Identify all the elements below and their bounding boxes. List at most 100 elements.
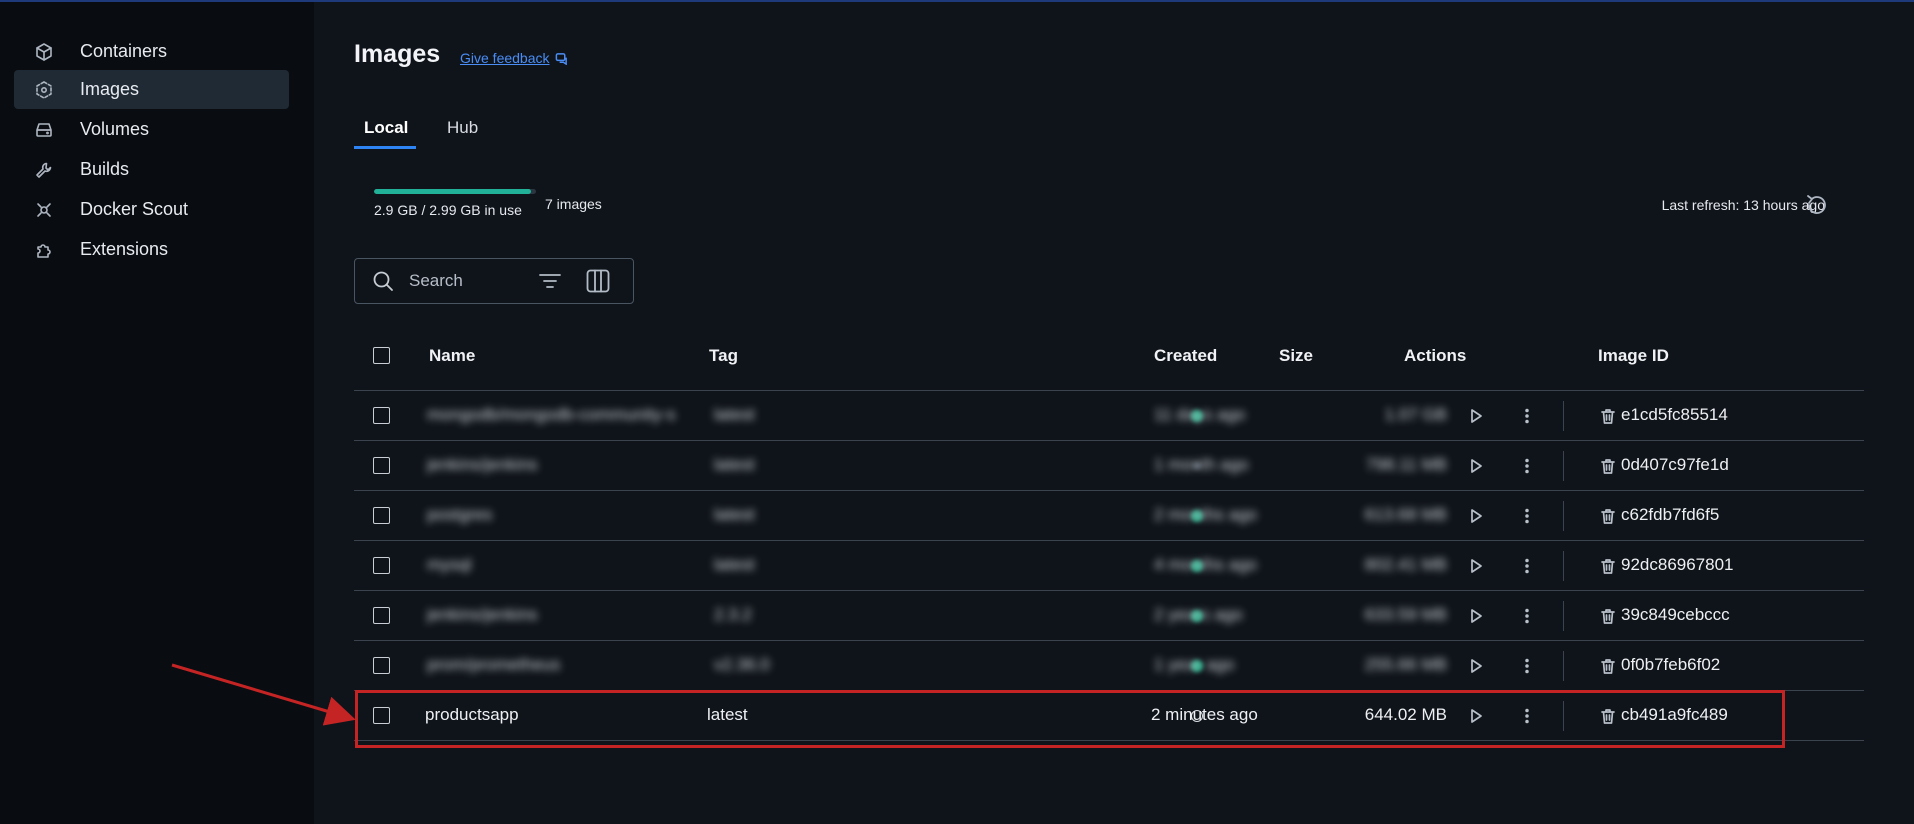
column-tag[interactable]: Tag bbox=[709, 346, 738, 366]
delete-button[interactable] bbox=[1596, 604, 1620, 628]
last-refresh-text: Last refresh: 13 hours ago bbox=[1661, 197, 1825, 213]
cube-icon bbox=[32, 40, 56, 64]
image-name[interactable]: jenkins/jenkins bbox=[427, 605, 538, 625]
kebab-menu-icon bbox=[1525, 608, 1529, 624]
search-icon bbox=[373, 271, 393, 291]
image-created: 2 years ago bbox=[1154, 605, 1243, 624]
columns-button[interactable] bbox=[584, 267, 612, 295]
more-actions-button[interactable] bbox=[1515, 454, 1539, 478]
sidebar-item-containers[interactable]: Containers bbox=[14, 32, 289, 71]
sidebar-item-label: Containers bbox=[80, 41, 168, 61]
kebab-menu-icon bbox=[1525, 458, 1529, 474]
table-row[interactable]: mysql latest 4 months ago 802.41 MB 92dc8696… bbox=[354, 541, 1864, 591]
image-name[interactable]: jenkins/jenkins bbox=[427, 455, 538, 475]
row-checkbox[interactable] bbox=[373, 657, 390, 674]
columns-icon bbox=[586, 269, 610, 293]
active-tab-indicator bbox=[354, 146, 416, 149]
scout-icon bbox=[32, 198, 56, 222]
image-id: 92dc86967801 bbox=[1621, 555, 1734, 574]
sidebar-item-label: Builds bbox=[80, 159, 130, 179]
filter-button[interactable] bbox=[536, 267, 564, 295]
row-checkbox[interactable] bbox=[373, 407, 390, 424]
delete-button[interactable] bbox=[1596, 554, 1620, 578]
sidebar-item-label: Volumes bbox=[80, 119, 150, 139]
column-created[interactable]: Created bbox=[1154, 346, 1217, 366]
more-actions-button[interactable] bbox=[1515, 654, 1539, 678]
column-actions: Actions bbox=[1404, 346, 1467, 365]
image-size: 255.66 MB bbox=[1364, 655, 1447, 674]
image-tag: latest bbox=[714, 505, 755, 524]
row-checkbox[interactable] bbox=[373, 607, 390, 624]
more-actions-button[interactable] bbox=[1515, 554, 1539, 578]
trash-icon bbox=[1601, 609, 1615, 624]
column-name[interactable]: Name bbox=[429, 346, 475, 366]
actions-divider bbox=[1563, 601, 1564, 631]
run-button[interactable] bbox=[1464, 504, 1488, 528]
kebab-menu-icon bbox=[1525, 658, 1529, 674]
sidebar-item-extensions[interactable]: Extensions bbox=[14, 230, 289, 269]
row-checkbox[interactable] bbox=[373, 557, 390, 574]
table-row[interactable]: mongodb/mongodb-community-s latest 11 days… bbox=[354, 391, 1864, 441]
filter-icon bbox=[539, 274, 561, 288]
trash-icon bbox=[1601, 459, 1615, 474]
column-image-id[interactable]: Image ID bbox=[1598, 346, 1669, 366]
table-row[interactable]: prom/prometheus v2.36.0 1 year ago 255.66 M… bbox=[354, 641, 1864, 691]
drive-icon bbox=[32, 118, 56, 142]
table-row[interactable]: postgres latest 2 months ago 613.68 MB c62fd… bbox=[354, 491, 1864, 541]
more-actions-button[interactable] bbox=[1515, 504, 1539, 528]
image-tag: latest bbox=[714, 455, 755, 474]
delete-button[interactable] bbox=[1596, 454, 1620, 478]
row-checkbox[interactable] bbox=[373, 507, 390, 524]
image-tag: 2.3.2 bbox=[714, 605, 752, 624]
play-icon bbox=[1471, 509, 1482, 523]
trash-icon bbox=[1601, 559, 1615, 574]
image-name[interactable]: mysql bbox=[427, 555, 471, 575]
more-actions-button[interactable] bbox=[1515, 404, 1539, 428]
row-checkbox[interactable] bbox=[373, 457, 390, 474]
image-id: 0f0b7feb6f02 bbox=[1621, 655, 1721, 674]
image-name[interactable]: mongodb/mongodb-community-s bbox=[427, 405, 676, 425]
run-button[interactable] bbox=[1464, 654, 1488, 678]
image-created: 1 month ago bbox=[1154, 455, 1249, 474]
disk-usage-fill bbox=[374, 189, 532, 194]
image-created: 1 year ago bbox=[1154, 655, 1235, 674]
table-row[interactable]: jenkins/jenkins 2.3.2 2 years ago 633.59 MB… bbox=[354, 591, 1864, 641]
sidebar-item-volumes[interactable]: Volumes bbox=[14, 110, 289, 149]
select-all-checkbox[interactable] bbox=[373, 347, 390, 364]
actions-divider bbox=[1563, 401, 1564, 431]
puzzle-icon bbox=[32, 238, 56, 262]
tab-local[interactable]: Local bbox=[364, 118, 408, 138]
delete-button[interactable] bbox=[1596, 654, 1620, 678]
tab-hub[interactable]: Hub bbox=[447, 118, 478, 138]
sidebar-item-builds[interactable]: Builds bbox=[14, 150, 289, 189]
image-id: 39c849cebccc bbox=[1621, 605, 1730, 624]
actions-divider bbox=[1563, 451, 1564, 481]
run-button[interactable] bbox=[1464, 404, 1488, 428]
delete-button[interactable] bbox=[1596, 404, 1620, 428]
trash-icon bbox=[1601, 509, 1615, 524]
image-created: 4 months ago bbox=[1154, 555, 1258, 574]
feedback-label: Give feedback bbox=[460, 50, 550, 66]
delete-button[interactable] bbox=[1596, 504, 1620, 528]
give-feedback-link[interactable]: Give feedback bbox=[460, 50, 568, 66]
kebab-menu-icon bbox=[1525, 508, 1529, 524]
image-size: 1.07 GB bbox=[1384, 405, 1447, 424]
run-button[interactable] bbox=[1464, 454, 1488, 478]
run-button[interactable] bbox=[1464, 554, 1488, 578]
image-id: 0d407c97fe1d bbox=[1621, 455, 1729, 474]
sidebar-item-docker-scout[interactable]: Docker Scout bbox=[14, 190, 289, 229]
refresh-button[interactable] bbox=[1803, 191, 1831, 219]
column-size[interactable]: Size bbox=[1279, 346, 1313, 366]
actions-divider bbox=[1563, 501, 1564, 531]
image-name[interactable]: prom/prometheus bbox=[427, 655, 560, 675]
page-title: Images bbox=[354, 40, 441, 68]
run-button[interactable] bbox=[1464, 604, 1488, 628]
refresh-icon bbox=[1807, 195, 1826, 214]
sidebar-item-images[interactable]: Images bbox=[14, 70, 289, 109]
actions-divider bbox=[1563, 651, 1564, 681]
play-icon bbox=[1471, 459, 1482, 473]
image-name[interactable]: postgres bbox=[427, 505, 492, 525]
more-actions-button[interactable] bbox=[1515, 604, 1539, 628]
table-row[interactable]: jenkins/jenkins latest 1 month ago 798.11 M… bbox=[354, 441, 1864, 491]
search-input[interactable] bbox=[409, 271, 609, 291]
